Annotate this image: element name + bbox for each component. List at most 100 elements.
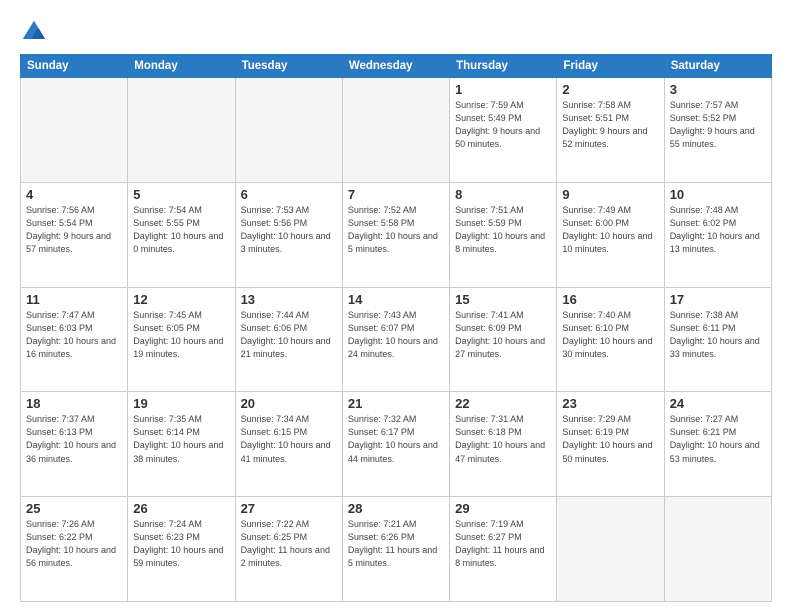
day-number: 16 — [562, 292, 658, 307]
page: SundayMondayTuesdayWednesdayThursdayFrid… — [0, 0, 792, 612]
day-info: Sunrise: 7:48 AMSunset: 6:02 PMDaylight:… — [670, 204, 766, 256]
day-number: 22 — [455, 396, 551, 411]
calendar-week-row: 18 Sunrise: 7:37 AMSunset: 6:13 PMDayligh… — [21, 392, 772, 497]
day-number: 4 — [26, 187, 122, 202]
day-number: 11 — [26, 292, 122, 307]
logo — [20, 18, 52, 46]
day-number: 28 — [348, 501, 444, 516]
day-info: Sunrise: 7:35 AMSunset: 6:14 PMDaylight:… — [133, 413, 229, 465]
day-number: 29 — [455, 501, 551, 516]
day-of-week-header: Sunday — [21, 55, 128, 78]
calendar-cell — [128, 78, 235, 183]
day-info: Sunrise: 7:49 AMSunset: 6:00 PMDaylight:… — [562, 204, 658, 256]
calendar-cell: 13 Sunrise: 7:44 AMSunset: 6:06 PMDayligh… — [235, 287, 342, 392]
calendar-cell: 19 Sunrise: 7:35 AMSunset: 6:14 PMDayligh… — [128, 392, 235, 497]
calendar-cell: 2 Sunrise: 7:58 AMSunset: 5:51 PMDaylight… — [557, 78, 664, 183]
day-number: 17 — [670, 292, 766, 307]
calendar-cell: 29 Sunrise: 7:19 AMSunset: 6:27 PMDayligh… — [450, 497, 557, 602]
day-of-week-header: Monday — [128, 55, 235, 78]
day-number: 25 — [26, 501, 122, 516]
day-of-week-header: Tuesday — [235, 55, 342, 78]
calendar-cell — [21, 78, 128, 183]
day-info: Sunrise: 7:31 AMSunset: 6:18 PMDaylight:… — [455, 413, 551, 465]
day-number: 8 — [455, 187, 551, 202]
calendar-cell: 20 Sunrise: 7:34 AMSunset: 6:15 PMDayligh… — [235, 392, 342, 497]
calendar-cell: 26 Sunrise: 7:24 AMSunset: 6:23 PMDayligh… — [128, 497, 235, 602]
calendar-cell: 21Sunrise: 7:32 AMSunset: 6:17 PMDayligh… — [342, 392, 449, 497]
day-info: Sunrise: 7:29 AMSunset: 6:19 PMDaylight:… — [562, 413, 658, 465]
day-info: Sunrise: 7:56 AMSunset: 5:54 PMDaylight:… — [26, 204, 122, 256]
calendar-week-row: 11 Sunrise: 7:47 AMSunset: 6:03 PMDayligh… — [21, 287, 772, 392]
calendar-cell: 16 Sunrise: 7:40 AMSunset: 6:10 PMDayligh… — [557, 287, 664, 392]
day-number: 10 — [670, 187, 766, 202]
day-number: 19 — [133, 396, 229, 411]
day-of-week-header: Wednesday — [342, 55, 449, 78]
day-number: 13 — [241, 292, 337, 307]
calendar-cell: 22 Sunrise: 7:31 AMSunset: 6:18 PMDayligh… — [450, 392, 557, 497]
day-info: Sunrise: 7:37 AMSunset: 6:13 PMDaylight:… — [26, 413, 122, 465]
day-of-week-header: Saturday — [664, 55, 771, 78]
day-info: Sunrise: 7:51 AMSunset: 5:59 PMDaylight:… — [455, 204, 551, 256]
day-number: 5 — [133, 187, 229, 202]
day-info: Sunrise: 7:54 AMSunset: 5:55 PMDaylight:… — [133, 204, 229, 256]
calendar-week-row: 25 Sunrise: 7:26 AMSunset: 6:22 PMDayligh… — [21, 497, 772, 602]
calendar-cell — [557, 497, 664, 602]
calendar-cell: 27Sunrise: 7:22 AMSunset: 6:25 PMDayligh… — [235, 497, 342, 602]
calendar-week-row: 4 Sunrise: 7:56 AMSunset: 5:54 PMDaylight… — [21, 182, 772, 287]
calendar-cell: 14 Sunrise: 7:43 AMSunset: 6:07 PMDayligh… — [342, 287, 449, 392]
day-number: 2 — [562, 82, 658, 97]
calendar-cell: 28Sunrise: 7:21 AMSunset: 6:26 PMDayligh… — [342, 497, 449, 602]
day-number: 9 — [562, 187, 658, 202]
calendar-cell — [664, 497, 771, 602]
day-info: Sunrise: 7:27 AMSunset: 6:21 PMDaylight:… — [670, 413, 766, 465]
day-info: Sunrise: 7:43 AMSunset: 6:07 PMDaylight:… — [348, 309, 444, 361]
day-number: 7 — [348, 187, 444, 202]
calendar-cell: 12 Sunrise: 7:45 AMSunset: 6:05 PMDayligh… — [128, 287, 235, 392]
calendar-cell: 3 Sunrise: 7:57 AMSunset: 5:52 PMDaylight… — [664, 78, 771, 183]
calendar-cell: 17 Sunrise: 7:38 AMSunset: 6:11 PMDayligh… — [664, 287, 771, 392]
day-number: 1 — [455, 82, 551, 97]
calendar-cell: 24 Sunrise: 7:27 AMSunset: 6:21 PMDayligh… — [664, 392, 771, 497]
day-info: Sunrise: 7:57 AMSunset: 5:52 PMDaylight:… — [670, 99, 766, 151]
day-number: 15 — [455, 292, 551, 307]
day-info: Sunrise: 7:53 AMSunset: 5:56 PMDaylight:… — [241, 204, 337, 256]
day-info: Sunrise: 7:26 AMSunset: 6:22 PMDaylight:… — [26, 518, 122, 570]
day-info: Sunrise: 7:52 AMSunset: 5:58 PMDaylight:… — [348, 204, 444, 256]
calendar-cell: 9 Sunrise: 7:49 AMSunset: 6:00 PMDaylight… — [557, 182, 664, 287]
calendar-cell: 25 Sunrise: 7:26 AMSunset: 6:22 PMDayligh… — [21, 497, 128, 602]
day-number: 6 — [241, 187, 337, 202]
calendar-cell: 11 Sunrise: 7:47 AMSunset: 6:03 PMDayligh… — [21, 287, 128, 392]
day-info: Sunrise: 7:38 AMSunset: 6:11 PMDaylight:… — [670, 309, 766, 361]
day-info: Sunrise: 7:40 AMSunset: 6:10 PMDaylight:… — [562, 309, 658, 361]
day-info: Sunrise: 7:58 AMSunset: 5:51 PMDaylight:… — [562, 99, 658, 151]
calendar-cell — [342, 78, 449, 183]
day-info: Sunrise: 7:44 AMSunset: 6:06 PMDaylight:… — [241, 309, 337, 361]
calendar-cell: 15 Sunrise: 7:41 AMSunset: 6:09 PMDayligh… — [450, 287, 557, 392]
calendar-cell: 1Sunrise: 7:59 AMSunset: 5:49 PMDaylight… — [450, 78, 557, 183]
day-info: Sunrise: 7:24 AMSunset: 6:23 PMDaylight:… — [133, 518, 229, 570]
day-number: 18 — [26, 396, 122, 411]
day-of-week-header: Thursday — [450, 55, 557, 78]
day-number: 14 — [348, 292, 444, 307]
day-number: 26 — [133, 501, 229, 516]
day-info: Sunrise: 7:34 AMSunset: 6:15 PMDaylight:… — [241, 413, 337, 465]
day-info: Sunrise: 7:45 AMSunset: 6:05 PMDaylight:… — [133, 309, 229, 361]
calendar-cell: 18 Sunrise: 7:37 AMSunset: 6:13 PMDayligh… — [21, 392, 128, 497]
day-info: Sunrise: 7:32 AMSunset: 6:17 PMDaylight:… — [348, 413, 444, 465]
calendar-header-row: SundayMondayTuesdayWednesdayThursdayFrid… — [21, 55, 772, 78]
day-number: 20 — [241, 396, 337, 411]
day-info: Sunrise: 7:22 AMSunset: 6:25 PMDaylight:… — [241, 518, 337, 570]
day-info: Sunrise: 7:47 AMSunset: 6:03 PMDaylight:… — [26, 309, 122, 361]
day-number: 23 — [562, 396, 658, 411]
day-info: Sunrise: 7:41 AMSunset: 6:09 PMDaylight:… — [455, 309, 551, 361]
calendar: SundayMondayTuesdayWednesdayThursdayFrid… — [20, 54, 772, 602]
calendar-cell: 4 Sunrise: 7:56 AMSunset: 5:54 PMDaylight… — [21, 182, 128, 287]
header — [20, 18, 772, 46]
calendar-week-row: 1Sunrise: 7:59 AMSunset: 5:49 PMDaylight… — [21, 78, 772, 183]
day-number: 24 — [670, 396, 766, 411]
day-number: 12 — [133, 292, 229, 307]
day-number: 3 — [670, 82, 766, 97]
day-info: Sunrise: 7:19 AMSunset: 6:27 PMDaylight:… — [455, 518, 551, 570]
day-of-week-header: Friday — [557, 55, 664, 78]
calendar-cell: 7 Sunrise: 7:52 AMSunset: 5:58 PMDaylight… — [342, 182, 449, 287]
